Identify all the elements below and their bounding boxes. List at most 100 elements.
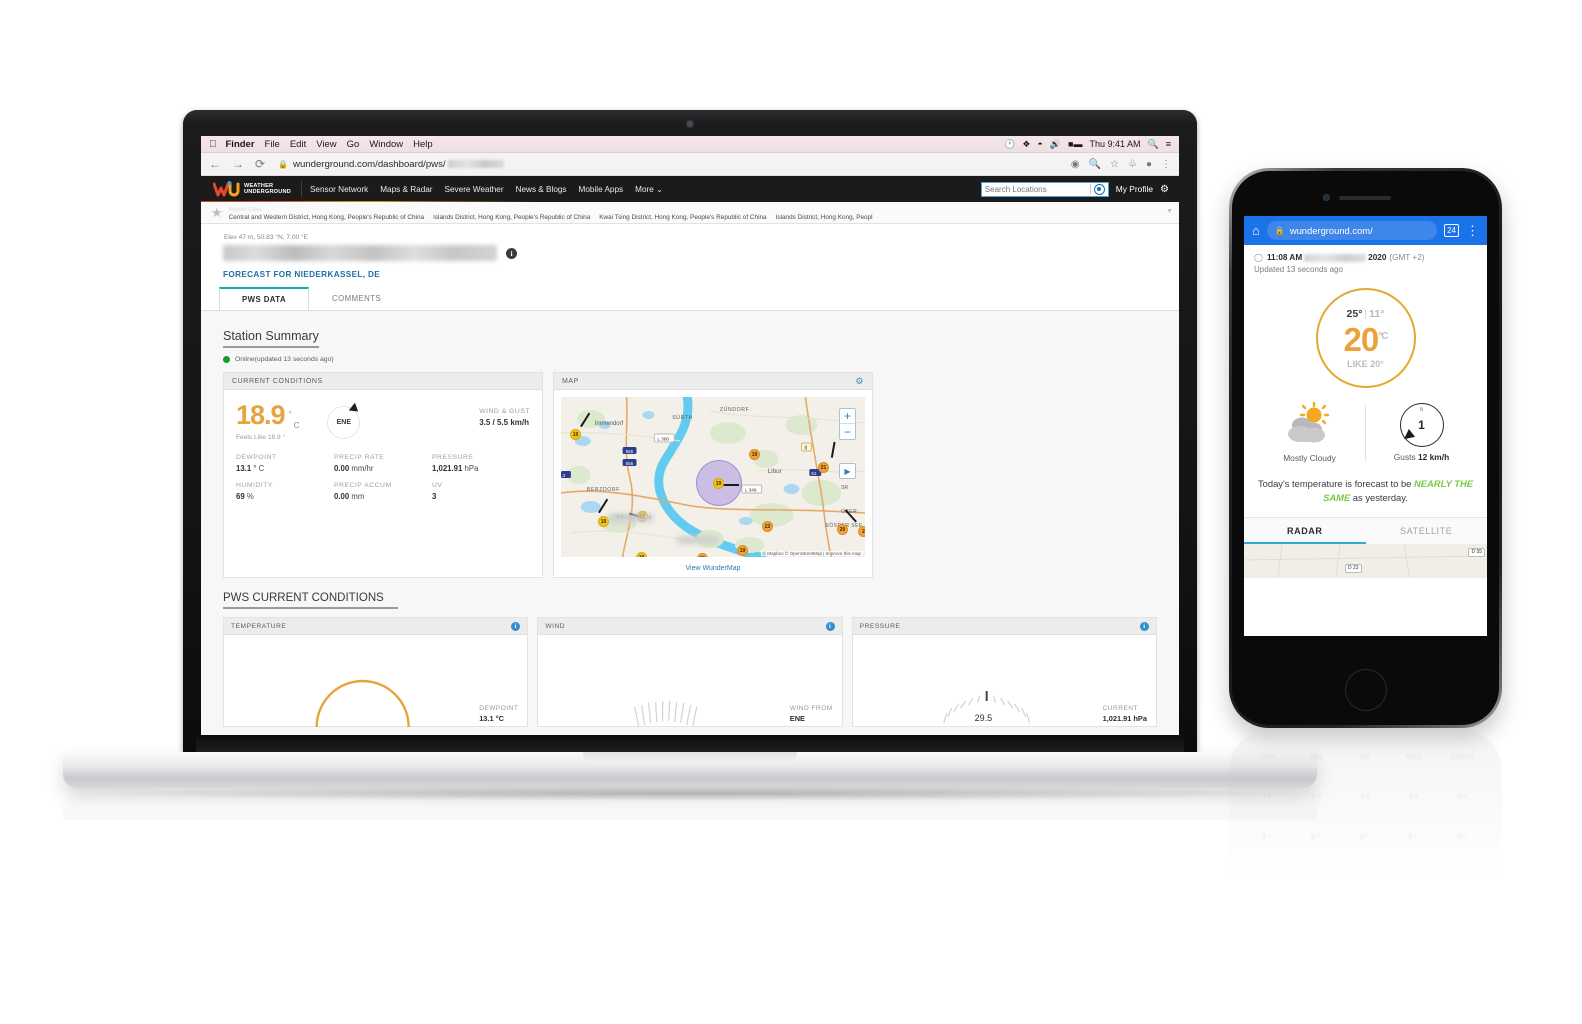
apple-icon[interactable]:  bbox=[209, 139, 217, 150]
menu-finder[interactable]: Finder bbox=[226, 139, 255, 150]
temp-unit: °C bbox=[1378, 330, 1388, 342]
condition-gust-row: Mostly Cloudy N 1 Gusts 12 km/h bbox=[1254, 401, 1477, 463]
station-marker[interactable]: 21 bbox=[697, 553, 708, 557]
star-icon[interactable]: ★ bbox=[211, 205, 223, 221]
spotlight-search-icon[interactable]: 🔍 bbox=[1148, 139, 1159, 150]
crosshair-target-icon[interactable] bbox=[1093, 183, 1105, 195]
tab-count-badge[interactable]: 24 bbox=[1444, 224, 1459, 237]
readout-value: 13.1 °C bbox=[479, 714, 504, 723]
menu-view[interactable]: View bbox=[316, 139, 336, 150]
battery-icon[interactable]: ■▬ bbox=[1068, 139, 1082, 149]
nav-severe-weather[interactable]: Severe Weather bbox=[445, 185, 504, 194]
install-icon[interactable]: ◉ bbox=[1071, 159, 1080, 170]
forward-arrow-icon[interactable]: → bbox=[232, 158, 244, 170]
readout-label: WIND FROM bbox=[789, 705, 833, 712]
info-icon[interactable]: i bbox=[506, 247, 517, 259]
metric-pressure: PRESSURE 1,021.91 hPa bbox=[432, 454, 530, 473]
mobile-address-bar[interactable]: 🔒 wunderground.com/ bbox=[1266, 221, 1438, 240]
search-input[interactable]: Search Locations bbox=[980, 181, 1109, 197]
nav-news-blogs[interactable]: News & Blogs bbox=[516, 185, 567, 194]
zoom-out-button[interactable]: − bbox=[840, 424, 855, 439]
volume-icon[interactable]: 🔊 bbox=[1050, 139, 1061, 150]
menu-window[interactable]: Window bbox=[369, 139, 403, 150]
zoom-in-button[interactable]: + bbox=[840, 409, 855, 424]
map-attribution: © Mapbox © OpenStreetMap | Improve this … bbox=[760, 551, 863, 556]
station-marker[interactable]: 19 bbox=[737, 545, 748, 556]
metric-precip-accum: PRECIP ACCUM 0.00 mm bbox=[334, 482, 432, 501]
station-marker[interactable]: 2 bbox=[858, 526, 865, 537]
info-icon[interactable]: i bbox=[1139, 621, 1149, 631]
zoom-search-icon[interactable]: 🔍 bbox=[1089, 159, 1101, 170]
recent-city-1[interactable]: Islands District, Hong Kong, People's Re… bbox=[433, 214, 590, 221]
recent-city-3[interactable]: Islands District, Hong Kong, Peopl bbox=[776, 214, 873, 221]
home-button[interactable] bbox=[1344, 669, 1387, 711]
menu-file[interactable]: File bbox=[265, 139, 280, 150]
gear-icon[interactable]: ⚙ bbox=[1160, 184, 1169, 195]
station-marker[interactable]: 19 bbox=[598, 516, 609, 527]
overflow-menu-icon[interactable]: ⋮ bbox=[1466, 224, 1479, 237]
station-tabs: PWS DATA COMMENTS bbox=[201, 287, 1179, 310]
tab-comments[interactable]: COMMENTS bbox=[309, 287, 404, 310]
mobile-map-preview[interactable]: D 23 D 55 bbox=[1244, 543, 1487, 579]
recent-cities-bar: ★ Recent Cities Central and Western Dist… bbox=[201, 202, 1179, 224]
bluetooth-icon[interactable]: ❖ bbox=[1022, 139, 1030, 150]
selected-station-marker[interactable]: 19 bbox=[713, 478, 724, 489]
wind-direction-label: ENE bbox=[336, 419, 352, 426]
metric-label: PRECIP RATE bbox=[334, 454, 385, 461]
station-marker[interactable]: 22 bbox=[762, 521, 773, 532]
forecast-link[interactable]: FORECAST FOR NIEDERKASSEL, DE bbox=[201, 261, 1179, 279]
station-marker[interactable]: 19 bbox=[636, 552, 647, 557]
recent-city-0[interactable]: Central and Western District, Hong Kong,… bbox=[229, 214, 424, 221]
reload-icon[interactable]: ⟳ bbox=[255, 158, 265, 170]
my-profile-link[interactable]: My Profile bbox=[1116, 184, 1153, 194]
earpiece-speaker-icon bbox=[1339, 196, 1391, 200]
tab-satellite[interactable]: SATELLITE bbox=[1366, 518, 1488, 544]
menubar-clock[interactable]: Thu 9:41 AM bbox=[1089, 139, 1140, 149]
bookmark-star-icon[interactable]: ☆ bbox=[1110, 159, 1119, 170]
mobile-map-tabs: RADAR SATELLITE bbox=[1244, 517, 1487, 544]
metric-value: 69 bbox=[236, 492, 245, 501]
home-icon[interactable]: ⌂ bbox=[1252, 223, 1260, 238]
road-shield: D 23 bbox=[1345, 564, 1362, 573]
play-icon[interactable]: ▶ bbox=[839, 463, 856, 479]
recent-city-2[interactable]: Kwai Tsing District, Hong Kong, People's… bbox=[599, 214, 766, 221]
info-icon[interactable]: i bbox=[825, 621, 835, 631]
nav-more[interactable]: More ⌄ bbox=[635, 184, 663, 194]
station-status: Online(updated 13 seconds ago) bbox=[223, 356, 1157, 363]
gear-icon[interactable]: ⚙ bbox=[855, 376, 864, 387]
scene:  Finder File Edit View Go Window Help 🕐… bbox=[0, 0, 1582, 1024]
menu-help[interactable]: Help bbox=[413, 139, 433, 150]
pws-cards: TEMPERATURE i DEWPOINT 13.1 °C WIND i WI… bbox=[223, 617, 1157, 728]
gust-label-value: 12 km/h bbox=[1418, 452, 1450, 462]
reflection-artifacts: 9☼ 9☼ 9☼ 0☼ 0☼ I.ıl ıl.ıl ıl.ıl ıl.ıl ıl.ıl SUN S… bbox=[1260, 752, 1475, 840]
view-wundermap-link[interactable]: View WunderMap bbox=[554, 564, 872, 577]
svg-text:3: 3 bbox=[562, 473, 565, 478]
svg-text:ZÜNDORF: ZÜNDORF bbox=[720, 406, 749, 413]
station-marker[interactable]: 20 bbox=[837, 524, 848, 535]
extensions-puzzle-icon[interactable]: ♧ bbox=[1128, 159, 1137, 170]
nav-sensor-network[interactable]: Sensor Network bbox=[310, 185, 368, 194]
nav-maps-radar[interactable]: Maps & Radar bbox=[380, 185, 432, 194]
tab-radar[interactable]: RADAR bbox=[1244, 518, 1366, 544]
station-marker[interactable]: 19 bbox=[570, 429, 581, 440]
menu-go[interactable]: Go bbox=[347, 139, 360, 150]
wifi-icon[interactable]: ◓ bbox=[1037, 139, 1042, 149]
info-icon[interactable]: i bbox=[511, 621, 521, 631]
station-marker[interactable]: 19 bbox=[749, 449, 760, 460]
readout-value: 1,021.91 hPa bbox=[1102, 714, 1147, 723]
pws-pressure-header: PRESSURE i bbox=[852, 618, 1156, 635]
chevron-down-icon[interactable]: ▼ bbox=[1166, 208, 1173, 215]
station-marker[interactable]: 21 bbox=[818, 462, 829, 473]
address-bar[interactable]: 🔒 wunderground.com/dashboard/pws/ bbox=[276, 156, 1062, 172]
nav-mobile-apps[interactable]: Mobile Apps bbox=[579, 185, 624, 194]
control-center-icon[interactable]: ≡ bbox=[1166, 139, 1171, 149]
chrome-menu-icon[interactable]: ⋮ bbox=[1161, 159, 1171, 170]
menu-edit[interactable]: Edit bbox=[290, 139, 306, 150]
feels-like-text: Feels Like 18.9 ° bbox=[236, 434, 286, 441]
back-arrow-icon[interactable]: ← bbox=[209, 158, 221, 170]
timemachine-icon[interactable]: 🕐 bbox=[1004, 139, 1015, 150]
wunderground-logo[interactable]: WEATHER UNDERGROUND bbox=[212, 181, 291, 197]
map-viewport[interactable]: Immendorf SÜRTH ZÜNDORF Libur BERZDORF K… bbox=[561, 397, 865, 557]
profile-avatar-icon[interactable]: ● bbox=[1146, 159, 1152, 170]
tab-pws-data[interactable]: PWS DATA bbox=[219, 287, 310, 310]
